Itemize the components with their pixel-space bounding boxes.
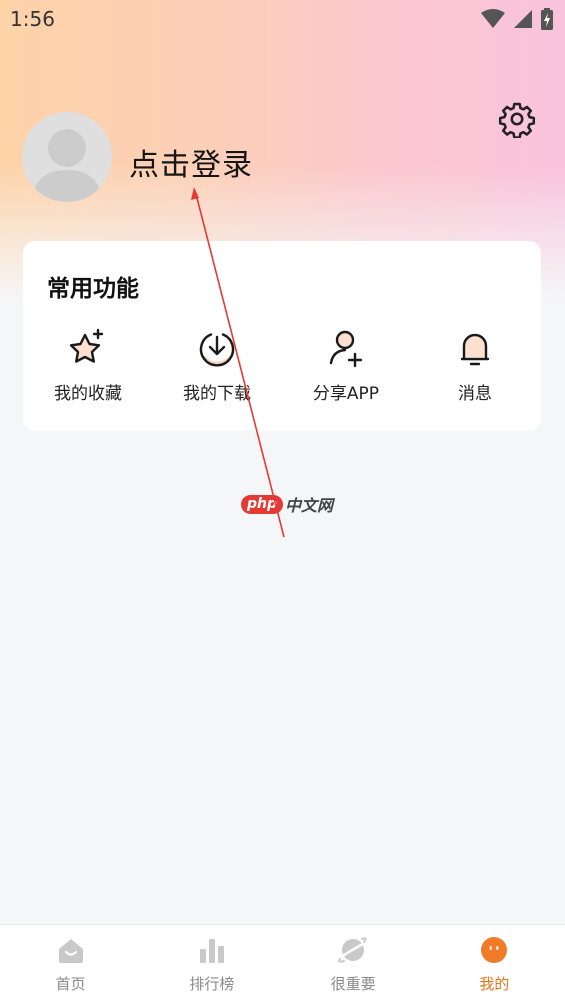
- tab-important-label: 很重要: [330, 975, 376, 993]
- bar-chart-icon: [197, 935, 227, 965]
- tab-mine[interactable]: 我的: [424, 925, 565, 1005]
- share-app-button[interactable]: 分享APP: [281, 327, 411, 407]
- php-watermark: php 中文网: [241, 492, 333, 516]
- watermark-brand: php: [241, 494, 284, 514]
- signal-icon: [513, 9, 533, 29]
- messages-button[interactable]: 消息: [410, 327, 540, 407]
- settings-button[interactable]: [498, 100, 536, 139]
- favorites-label: 我的收藏: [54, 384, 122, 404]
- share-app-label: 分享APP: [312, 384, 380, 404]
- gear-icon: [498, 102, 536, 142]
- planet-icon: [338, 935, 368, 965]
- tab-ranking[interactable]: 排行榜: [141, 925, 282, 1005]
- status-time: 1:56: [10, 7, 55, 31]
- tab-home-label: 首页: [55, 975, 86, 993]
- add-user-icon: [325, 327, 367, 369]
- downloads-button[interactable]: 我的下载: [152, 327, 282, 407]
- tab-important[interactable]: 很重要: [283, 925, 424, 1005]
- avatar[interactable]: [22, 112, 112, 202]
- common-functions-card: 常用功能 我的收藏 我的下载 分享APP 消息: [23, 241, 541, 431]
- status-icons: [481, 8, 553, 30]
- tab-home[interactable]: 首页: [0, 925, 141, 1005]
- login-link[interactable]: 点击登录: [129, 140, 253, 184]
- download-icon: [196, 327, 238, 369]
- favorites-button[interactable]: 我的收藏: [23, 327, 153, 407]
- messages-label: 消息: [458, 384, 492, 404]
- bell-icon: [454, 327, 496, 369]
- battery-icon: [541, 8, 553, 30]
- watermark-suffix: 中文网: [285, 496, 334, 515]
- downloads-label: 我的下载: [183, 384, 251, 404]
- status-bar: 1:56: [0, 0, 565, 38]
- face-icon: [479, 935, 509, 965]
- star-sparkle-icon: [67, 327, 109, 369]
- tab-ranking-label: 排行榜: [189, 975, 235, 993]
- bottom-tab-bar: 首页 排行榜 很重要 我的: [0, 924, 565, 1005]
- wifi-icon: [481, 9, 505, 29]
- tab-mine-label: 我的: [479, 975, 510, 993]
- common-functions-title: 常用功能: [47, 276, 139, 302]
- home-icon: [56, 935, 86, 965]
